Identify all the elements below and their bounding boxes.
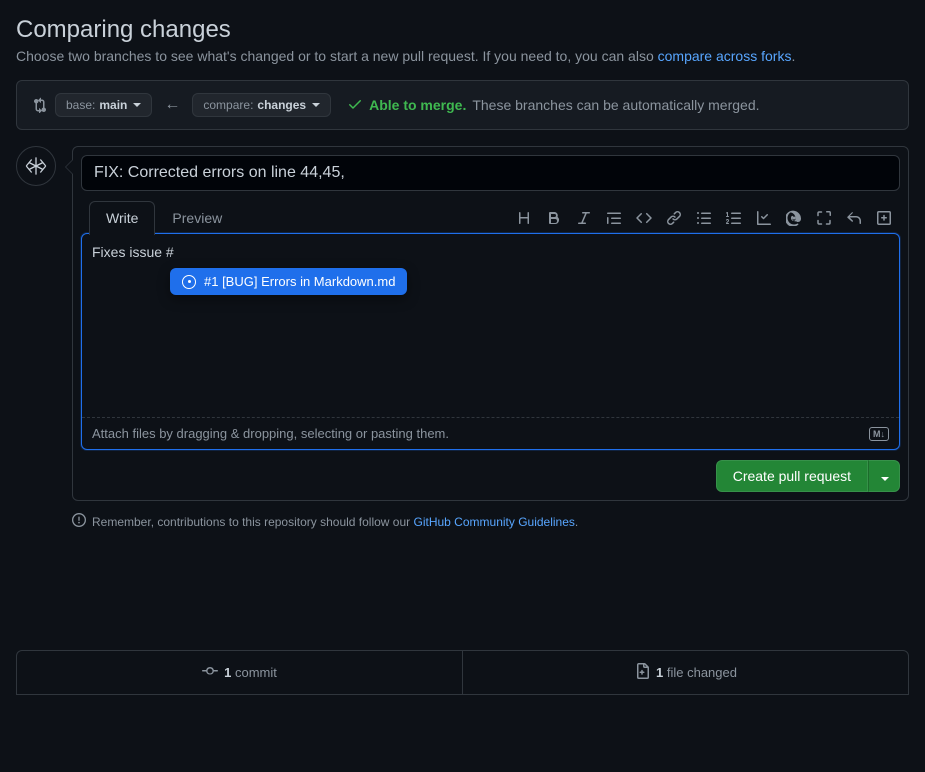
pr-form: Write Preview — [72, 146, 909, 501]
create-pull-request-dropdown[interactable] — [868, 460, 900, 492]
footer-prefix: Remember, contributions to this reposito… — [92, 515, 414, 529]
check-icon — [347, 96, 363, 115]
bulleted-list-icon[interactable] — [696, 210, 712, 226]
guidelines-link[interactable]: GitHub Community Guidelines — [414, 515, 575, 529]
cross-reference-icon[interactable] — [816, 210, 832, 226]
pr-title-input[interactable] — [81, 155, 900, 191]
autocomplete-label: #1 [BUG] Errors in Markdown.md — [204, 274, 395, 289]
merge-desc-text: These branches can be automatically merg… — [472, 97, 759, 113]
issue-autocomplete-item[interactable]: #1 [BUG] Errors in Markdown.md — [170, 268, 407, 295]
tab-write[interactable]: Write — [89, 201, 155, 235]
markdown-badge-icon[interactable]: M↓ — [869, 427, 889, 441]
base-label: base: — [66, 98, 95, 112]
pr-body-wrap: #1 [BUG] Errors in Markdown.md Attach fi… — [81, 233, 900, 450]
reply-icon[interactable] — [846, 210, 862, 226]
compare-bar: base: main ← compare: changes Able to me… — [16, 80, 909, 130]
quote-icon[interactable] — [606, 210, 622, 226]
bold-icon[interactable] — [546, 210, 562, 226]
tasklist-icon[interactable] — [756, 210, 772, 226]
compare-across-forks-link[interactable]: compare across forks — [658, 48, 792, 64]
footer-note: Remember, contributions to this reposito… — [72, 513, 909, 530]
italic-icon[interactable] — [576, 210, 592, 226]
base-value: main — [99, 98, 127, 112]
compare-value: changes — [257, 98, 306, 112]
arrow-left-icon: ← — [160, 96, 184, 114]
merge-status: Able to merge. These branches can be aut… — [347, 96, 759, 115]
pr-body-textarea[interactable] — [82, 234, 899, 414]
attach-row[interactable]: Attach files by dragging & dropping, sel… — [82, 417, 899, 449]
heading-icon[interactable] — [516, 210, 532, 226]
files-changed-stat[interactable]: 1 file changed — [463, 651, 908, 694]
diff-icon[interactable] — [876, 210, 892, 226]
caret-down-icon — [133, 103, 141, 107]
issue-open-icon — [182, 275, 196, 289]
numbered-list-icon[interactable] — [726, 210, 742, 226]
footer-suffix: . — [575, 515, 578, 529]
attach-text: Attach files by dragging & dropping, sel… — [92, 426, 449, 441]
mention-icon[interactable] — [786, 210, 802, 226]
stats-bar: 1 commit 1 file changed — [16, 650, 909, 695]
code-icon[interactable] — [636, 210, 652, 226]
caret-down-icon — [312, 103, 320, 107]
info-icon — [72, 513, 86, 530]
commits-label: commit — [231, 665, 277, 680]
subtitle-suffix: . — [791, 48, 795, 64]
commits-stat[interactable]: 1 commit — [17, 651, 463, 694]
base-branch-selector[interactable]: base: main — [55, 93, 152, 117]
compare-label: compare: — [203, 98, 253, 112]
files-label: file changed — [663, 665, 737, 680]
page-subtitle: Choose two branches to see what's change… — [16, 48, 909, 64]
merge-ok-text: Able to merge. — [369, 97, 466, 113]
subtitle-text: Choose two branches to see what's change… — [16, 48, 658, 64]
avatar — [16, 146, 56, 186]
caret-down-icon — [881, 477, 889, 481]
git-compare-icon — [31, 97, 47, 113]
commit-icon — [202, 663, 218, 682]
link-icon[interactable] — [666, 210, 682, 226]
page-title: Comparing changes — [16, 16, 909, 44]
markdown-toolbar — [516, 210, 892, 226]
file-diff-icon — [634, 663, 650, 682]
tab-preview[interactable]: Preview — [155, 201, 239, 234]
compare-branch-selector[interactable]: compare: changes — [192, 93, 331, 117]
create-pull-request-button[interactable]: Create pull request — [716, 460, 868, 492]
